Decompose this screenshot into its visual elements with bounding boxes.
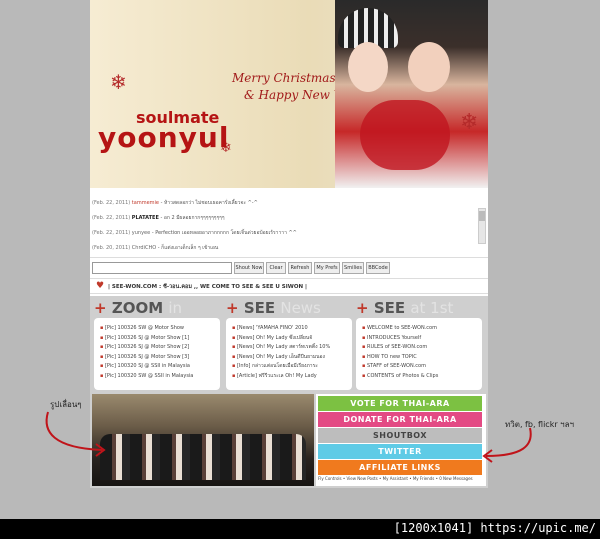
shout-controls: Shout Now Clear Refresh My Prefs Smilies… bbox=[90, 262, 488, 276]
bottom-section: VOTE FOR THAI-ARA DONATE FOR THAI-ARA SH… bbox=[90, 392, 488, 488]
list-item[interactable]: ▪ [News] Oh! My Lady เอ็นดีปีนยามนอง bbox=[232, 353, 346, 363]
list-item[interactable]: ▪ [Pic] 100320 SJ @ SSII in Malaysia bbox=[100, 362, 214, 372]
list-item[interactable]: ▪ INTRODUCES Yourself bbox=[362, 334, 476, 344]
shout-date: (Feb. 20, 2011) bbox=[92, 245, 131, 251]
list-item[interactable]: ▪ [Pic] 100326 SJ @ Motor Show [3] bbox=[100, 353, 214, 363]
shout-message: (Feb. 20, 2011) ChrdiCHO - ก็แต่งเอาเด็ก… bbox=[92, 241, 474, 256]
list-item[interactable]: ▪ [Pic] 100326 SW @ Motor Show bbox=[100, 324, 214, 334]
screenshot-frame: ❄ ❄ Merry Christmas & Happy New Year sou… bbox=[0, 0, 600, 519]
header-photo bbox=[335, 0, 488, 188]
plus-icon: + bbox=[94, 299, 107, 317]
logo-yoonyul: yoonyul bbox=[98, 121, 230, 154]
shout-text: - ก็แต่งเอาเด็กเล็ก ๆ เข้าเอน bbox=[157, 245, 219, 251]
content-columns: + ZOOM in ▪ [Pic] 100326 SW @ Motor Show… bbox=[90, 296, 488, 392]
scrollbar-thumb[interactable] bbox=[479, 211, 485, 221]
column-title-text: SEE bbox=[373, 299, 406, 317]
shoutbox-scrollbar[interactable] bbox=[478, 208, 486, 244]
column-news: + SEE News ▪ [News] 'YAMAHA FINO' 2010 ▪… bbox=[226, 300, 352, 390]
face bbox=[408, 42, 450, 92]
shout-input[interactable] bbox=[92, 262, 232, 274]
tagline-text: | SEE-WON.COM : ซี-วอน.คอม ,, WE COME TO… bbox=[108, 284, 308, 290]
website: ❄ ❄ Merry Christmas & Happy New Year sou… bbox=[90, 0, 488, 488]
shout-date: (Feb. 22, 2011) bbox=[92, 200, 131, 206]
shoutbox-link[interactable]: SHOUTBOX bbox=[318, 428, 482, 443]
column-title-ghost: at 1st bbox=[410, 299, 454, 317]
list-item[interactable]: ▪ [Info] กล่าวแต่อนโดยเมื่อมีเรียงภาระ bbox=[232, 362, 346, 372]
smilies-button[interactable]: Smilies bbox=[342, 262, 364, 274]
header-banner: ❄ ❄ Merry Christmas & Happy New Year sou… bbox=[90, 0, 488, 188]
shout-now-button[interactable]: Shout Now bbox=[234, 262, 264, 274]
column-title: + SEE at 1st bbox=[356, 300, 482, 316]
list-item[interactable]: ▪ RULES of SEE-WON.com bbox=[362, 343, 476, 353]
fly-controls[interactable]: Fly Controls • View New Posts • My Assis… bbox=[318, 476, 473, 481]
shout-nick[interactable]: tammemie bbox=[132, 200, 159, 206]
column-first: + SEE at 1st ▪ WELCOME to SEE-WON.com ▪ … bbox=[356, 300, 482, 390]
list-item[interactable]: ▪ [Pic] 100326 SJ @ Motor Show [2] bbox=[100, 343, 214, 353]
shout-message: (Feb. 22, 2011) tammemie - ห้าวสดลอกว่า … bbox=[92, 196, 474, 211]
group-photo-people bbox=[100, 434, 306, 480]
column-zoom: + ZOOM in ▪ [Pic] 100326 SW @ Motor Show… bbox=[94, 300, 220, 390]
photo-slideshow[interactable] bbox=[92, 394, 314, 486]
column-list: ▪ WELCOME to SEE-WON.com ▪ INTRODUCES Yo… bbox=[356, 318, 482, 390]
shout-text: - ห้าวสดลอกว่า ไม่ชอบเธอคารั่งเลี้ยวจะ ^… bbox=[160, 200, 258, 206]
list-item[interactable]: ▪ [Pic] 100326 SJ @ Motor Show [1] bbox=[100, 334, 214, 344]
shout-date: (Feb. 22, 2011) bbox=[92, 215, 131, 221]
list-item[interactable]: ▪ HOW TO new TOPIC bbox=[362, 353, 476, 363]
face bbox=[348, 42, 388, 92]
arrow-right-icon bbox=[45, 411, 106, 457]
plus-icon: + bbox=[356, 299, 369, 317]
list-item[interactable]: ▪ WELCOME to SEE-WON.com bbox=[362, 324, 476, 334]
column-list: ▪ [Pic] 100326 SW @ Motor Show ▪ [Pic] 1… bbox=[94, 318, 220, 390]
twitter-link[interactable]: TWITTER bbox=[318, 444, 482, 459]
list-item[interactable]: ▪ [Pic] 100320 SW @ SSII in Malaysia bbox=[100, 372, 214, 382]
column-title-ghost: News bbox=[280, 299, 321, 317]
site-logo[interactable]: soulmate yoonyul bbox=[98, 108, 229, 154]
shoutbox-messages: (Feb. 22, 2011) tammemie - ห้าวสดลอกว่า … bbox=[92, 196, 474, 256]
shout-nick[interactable]: yunyee bbox=[132, 230, 150, 236]
shout-text: - อก 2 มีผลอยกากๆๆๆๆๆๆๆๆๆ bbox=[160, 215, 225, 221]
column-list: ▪ [News] 'YAMAHA FINO' 2010 ▪ [News] Oh!… bbox=[226, 318, 352, 390]
list-item[interactable]: ▪ STAFF of SEE-WON.com bbox=[362, 362, 476, 372]
heart-icon: ♥ bbox=[96, 281, 105, 291]
column-title-text: SEE bbox=[243, 299, 276, 317]
shout-nick[interactable]: PLATATEE bbox=[132, 215, 159, 221]
shout-message: (Feb. 22, 2011) PLATATEE - อก 2 มีผลอยกา… bbox=[92, 211, 474, 226]
my-prefs-button[interactable]: My Prefs bbox=[314, 262, 340, 274]
plus-icon: + bbox=[226, 299, 239, 317]
column-title-text: ZOOM bbox=[111, 299, 164, 317]
shout-nick[interactable]: ChrdiCHO bbox=[132, 245, 156, 251]
clear-button[interactable]: Clear bbox=[266, 262, 286, 274]
list-item[interactable]: ▪ [News] Oh! My Lady สตาร์ทเรตติ้ง 10% bbox=[232, 343, 346, 353]
column-title-ghost: in bbox=[168, 299, 183, 317]
affiliate-link[interactable]: AFFILIATE LINKS bbox=[318, 460, 482, 475]
arrow-left-icon bbox=[482, 427, 532, 463]
snowflake-icon: ❄ bbox=[110, 70, 127, 94]
shout-text: - Perfection เออหลอยอาภากกกกก โดยเจิ้นด่… bbox=[151, 230, 297, 236]
column-title: + ZOOM in bbox=[94, 300, 220, 316]
list-item[interactable]: ▪ [News] Oh! My Lady ซึ่งเปลี่ยนจั bbox=[232, 334, 346, 344]
snowflake-icon: ❄ bbox=[460, 110, 479, 135]
donate-link[interactable]: DONATE FOR THAI-ARA bbox=[318, 412, 482, 427]
footer-text: [1200x1041] https://upic.me/ bbox=[393, 521, 596, 535]
scarf bbox=[360, 100, 450, 170]
refresh-button[interactable]: Refresh bbox=[288, 262, 312, 274]
list-item[interactable]: ▪ [Article] ฟรีรีวแระเล Oh! My Lady bbox=[232, 372, 346, 382]
list-item[interactable]: ▪ [News] 'YAMAHA FINO' 2010 bbox=[232, 324, 346, 334]
site-tagline: ♥ | SEE-WON.COM : ซี-วอน.คอม ,, WE COME … bbox=[90, 278, 488, 294]
footer-bar: [1200x1041] https://upic.me/ bbox=[0, 519, 600, 539]
column-title: + SEE News bbox=[226, 300, 352, 316]
link-buttons: VOTE FOR THAI-ARA DONATE FOR THAI-ARA SH… bbox=[316, 394, 486, 486]
vote-link[interactable]: VOTE FOR THAI-ARA bbox=[318, 396, 482, 411]
shout-message: (Feb. 22, 2011) yunyee - Perfection เออห… bbox=[92, 226, 474, 241]
shoutbox: (Feb. 22, 2011) tammemie - ห้าวสดลอกว่า … bbox=[90, 188, 488, 258]
shout-date: (Feb. 22, 2011) bbox=[92, 230, 131, 236]
list-item[interactable]: ▪ CONTENTS of Photos & Clips bbox=[362, 372, 476, 382]
bbcode-button[interactable]: BBCode bbox=[366, 262, 390, 274]
